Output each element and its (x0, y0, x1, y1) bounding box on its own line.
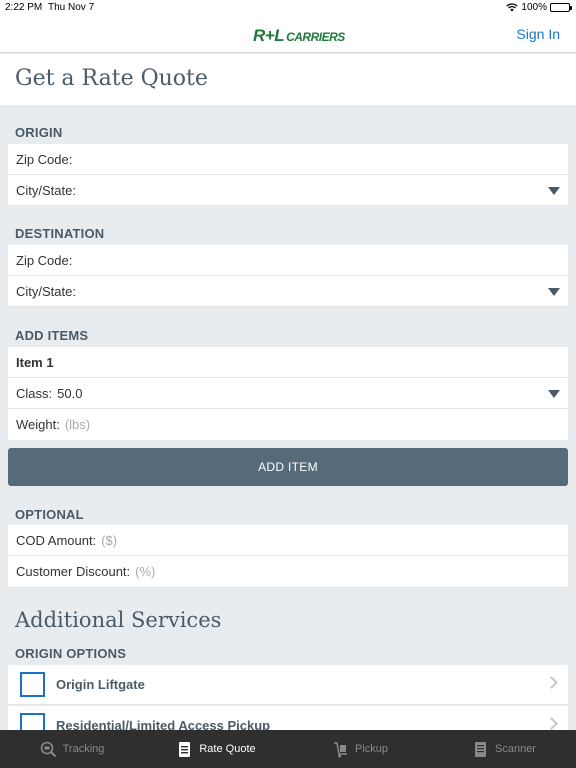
class-select[interactable]: Class: 50.0 (8, 378, 568, 409)
dropdown-caret-icon (548, 390, 560, 398)
add-items-heading: ADD ITEMS (15, 328, 89, 343)
discount-label: Customer Discount: (16, 564, 131, 579)
tab-bar: Tracking Rate Quote Pickup Scanner (0, 730, 576, 768)
origin-city-label: City/State: (16, 183, 76, 198)
logo-text: CARRIERS (286, 30, 345, 44)
status-time: 2:22 PM (5, 2, 43, 13)
tab-tracking[interactable]: Tracking (0, 730, 144, 768)
tab-label: Pickup (354, 743, 389, 755)
residential-pickup-option[interactable]: Residential/Limited Access Pickup (8, 706, 568, 730)
battery-icon (550, 3, 572, 12)
origin-liftgate-option[interactable]: Origin Liftgate (8, 665, 568, 705)
weight-label-group: Weight: (lbs) (16, 417, 90, 432)
origin-zip-field[interactable]: Zip Code: (8, 144, 568, 175)
chevron-right-icon (545, 676, 558, 689)
battery-percent: 100% (521, 2, 547, 13)
destination-city-label: City/State: (16, 284, 76, 299)
item-title: Item 1 (16, 355, 54, 370)
additional-services-heading: Additional Services (15, 608, 222, 632)
option-label: Origin Liftgate (56, 677, 145, 692)
quote-form: ORIGIN Zip Code: City/State: DESTINATION… (0, 105, 576, 730)
option-label: Residential/Limited Access Pickup (56, 718, 271, 730)
optional-heading: OPTIONAL (15, 507, 84, 522)
weight-field[interactable]: Weight: (lbs) (8, 409, 568, 441)
tab-label: Tracking (62, 743, 105, 755)
discount-label-group: Customer Discount: (%) (16, 564, 155, 579)
tab-label: Scanner (495, 743, 536, 755)
cod-label: COD Amount: (16, 533, 97, 548)
hand-truck-icon (333, 741, 347, 757)
tab-rate-quote[interactable]: Rate Quote (144, 730, 288, 768)
status-date: Thu Nov 7 (48, 2, 95, 13)
origin-heading: ORIGIN (15, 125, 63, 140)
destination-heading: DESTINATION (15, 226, 105, 241)
cod-placeholder: ($) (101, 533, 118, 548)
tab-pickup[interactable]: Pickup (288, 730, 432, 768)
weight-label: Weight: (16, 417, 60, 432)
weight-placeholder: (lbs) (64, 417, 91, 432)
destination-city-select[interactable]: City/State: (8, 276, 568, 307)
origin-zip-label: Zip Code: (16, 152, 73, 167)
wifi-icon (506, 3, 519, 12)
origin-options-heading: ORIGIN OPTIONS (15, 646, 127, 661)
destination-zip-label: Zip Code: (16, 253, 73, 268)
residential-pickup-checkbox[interactable] (20, 713, 45, 730)
logo-mark: R+L (253, 26, 285, 45)
add-item-button[interactable]: ADD ITEM (8, 448, 568, 486)
tab-label: Rate Quote (199, 743, 256, 755)
discount-placeholder: (%) (135, 564, 156, 579)
origin-city-select[interactable]: City/State: (8, 175, 568, 206)
cod-amount-field[interactable]: COD Amount: ($) (8, 525, 568, 556)
scanner-icon (475, 741, 486, 757)
tracking-search-icon (40, 741, 56, 757)
origin-liftgate-checkbox[interactable] (20, 672, 45, 697)
cod-label-group: COD Amount: ($) (16, 533, 117, 548)
tab-scanner[interactable]: Scanner (432, 730, 576, 768)
class-value: 50.0 (57, 386, 83, 401)
dropdown-caret-icon (548, 288, 560, 296)
dropdown-caret-icon (548, 187, 560, 195)
rl-carriers-logo: R+L CARRIERS (253, 26, 345, 46)
customer-discount-field[interactable]: Customer Discount: (%) (8, 556, 568, 588)
status-right: 100% (506, 2, 572, 13)
sign-in-link[interactable]: Sign In (516, 26, 560, 42)
title-area: Get a Rate Quote (0, 54, 576, 105)
class-label-group: Class: 50.0 (16, 386, 82, 401)
chevron-right-icon (545, 717, 558, 730)
class-label: Class: (16, 386, 53, 401)
status-bar: 2:22 PM Thu Nov 7 100% (0, 0, 576, 16)
item-header: Item 1 (8, 347, 568, 378)
nav-bar: R+L CARRIERS Sign In (0, 16, 576, 53)
destination-zip-field[interactable]: Zip Code: (8, 245, 568, 276)
page-title: Get a Rate Quote (15, 66, 208, 91)
document-icon (179, 741, 191, 757)
